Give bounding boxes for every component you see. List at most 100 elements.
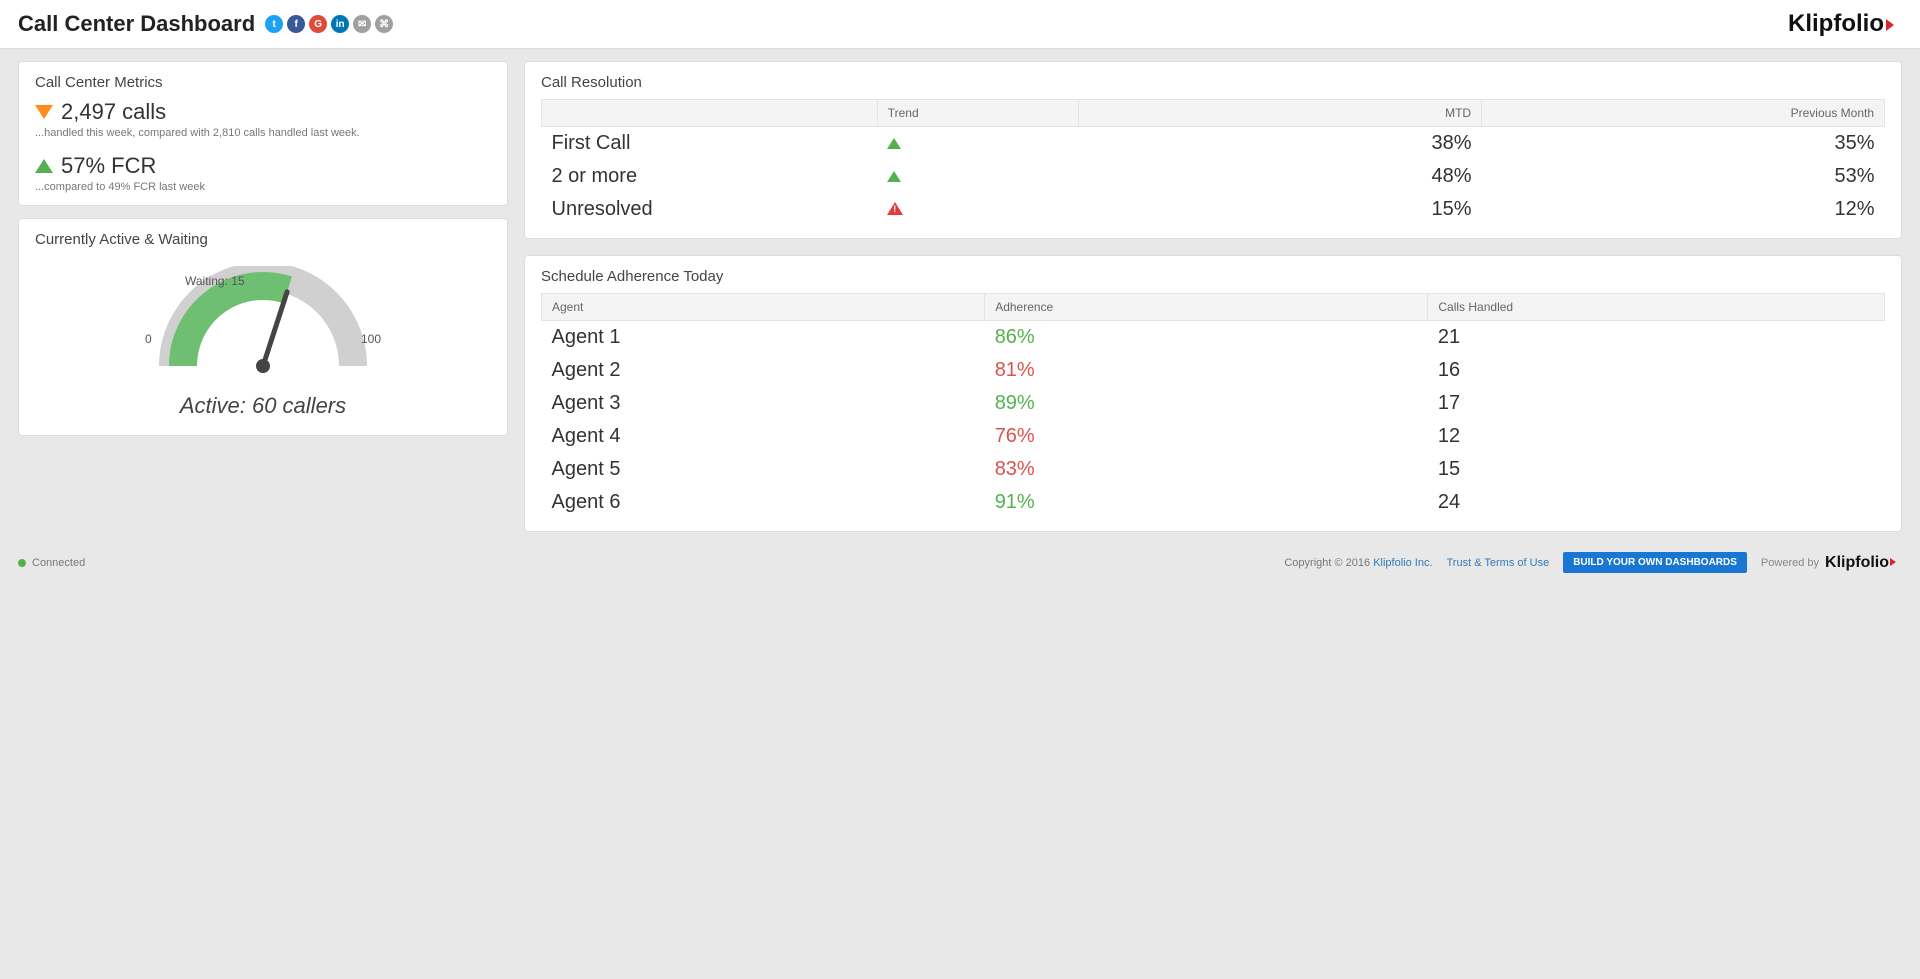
left-column: Call Center Metrics 2,497 calls ...handl… (18, 61, 508, 436)
agent-name: Agent 2 (542, 354, 985, 387)
calls-value: 2,497 calls (61, 99, 166, 125)
table-row: First Call 38%35% (542, 127, 1885, 161)
table-row: Unresolved 15%12% (542, 193, 1885, 226)
powered-logo[interactable]: Klipfolio (1825, 554, 1902, 572)
page-title: Call Center Dashboard (18, 11, 255, 37)
link-icon[interactable]: ⌘ (375, 15, 393, 33)
resolution-trend (877, 193, 1078, 226)
resolution-prev: 12% (1482, 193, 1885, 226)
gauge-card: Currently Active & Waiting Waiting: 15 0… (18, 218, 508, 436)
agent-name: Agent 1 (542, 321, 985, 355)
table-row: Agent 186%21 (542, 321, 1885, 355)
calls-metric: 2,497 calls (35, 99, 491, 125)
adherence-col-adherence: Adherence (985, 294, 1428, 321)
table-row: Agent 583%15 (542, 453, 1885, 486)
resolution-table: Trend MTD Previous Month First Call 38%35… (541, 99, 1885, 226)
gauge-max-label: 100 (361, 332, 381, 346)
agent-adherence: 89% (985, 387, 1428, 420)
footer-left: Connected (18, 557, 85, 569)
trend-up-icon (887, 171, 901, 182)
powered-prefix: Powered by (1761, 557, 1819, 569)
connection-status: Connected (32, 557, 85, 569)
metrics-card: Call Center Metrics 2,497 calls ...handl… (18, 61, 508, 206)
gauge-wrap: Waiting: 15 0 100 Active: 60 callers (35, 256, 491, 423)
resolution-mtd: 38% (1079, 127, 1482, 161)
powered-by: Powered by Klipfolio (1761, 554, 1902, 572)
resolution-label: First Call (542, 127, 878, 161)
facebook-icon[interactable]: f (287, 15, 305, 33)
footer: Connected Copyright © 2016 Klipfolio Inc… (0, 544, 1920, 581)
agent-name: Agent 3 (542, 387, 985, 420)
agent-adherence: 91% (985, 486, 1428, 519)
agent-name: Agent 5 (542, 453, 985, 486)
gauge-card-title: Currently Active & Waiting (35, 231, 491, 248)
gauge-chart (133, 266, 393, 386)
agent-name: Agent 4 (542, 420, 985, 453)
adherence-col-calls: Calls Handled (1428, 294, 1885, 321)
agent-name: Agent 6 (542, 486, 985, 519)
resolution-label: Unresolved (542, 193, 878, 226)
table-row: Agent 691%24 (542, 486, 1885, 519)
brand-logo[interactable]: Klipfolio (1788, 10, 1902, 38)
table-row: Agent 389%17 (542, 387, 1885, 420)
agent-adherence: 86% (985, 321, 1428, 355)
resolution-header-row: Trend MTD Previous Month (542, 100, 1885, 127)
right-column: Call Resolution Trend MTD Previous Month… (524, 61, 1902, 532)
trust-link[interactable]: Trust & Terms of Use (1447, 557, 1550, 569)
agent-adherence: 83% (985, 453, 1428, 486)
copyright-link[interactable]: Klipfolio Inc. (1373, 557, 1432, 569)
resolution-col-prev: Previous Month (1482, 100, 1885, 127)
resolution-card-title: Call Resolution (541, 74, 1885, 91)
agent-adherence: 76% (985, 420, 1428, 453)
header: Call Center Dashboard t f G in ✉ ⌘ Klipf… (0, 0, 1920, 49)
fcr-metric: 57% FCR (35, 153, 491, 179)
mail-icon[interactable]: ✉ (353, 15, 371, 33)
status-dot-icon (18, 559, 26, 567)
resolution-col-mtd: MTD (1079, 100, 1482, 127)
copyright-text: Copyright © 2016 Klipfolio Inc. (1284, 557, 1432, 569)
resolution-col-trend: Trend (877, 100, 1078, 127)
build-dashboards-button[interactable]: BUILD YOUR OWN DASHBOARDS (1563, 552, 1747, 573)
table-row: Agent 476%12 (542, 420, 1885, 453)
gauge-waiting-label: Waiting: 15 (185, 274, 245, 288)
agent-calls: 16 (1428, 354, 1885, 387)
adherence-col-agent: Agent (542, 294, 985, 321)
twitter-icon[interactable]: t (265, 15, 283, 33)
metrics-card-title: Call Center Metrics (35, 74, 491, 91)
agent-adherence: 81% (985, 354, 1428, 387)
trend-down-icon (35, 105, 53, 119)
copyright-prefix: Copyright © 2016 (1284, 557, 1373, 569)
table-row: 2 or more48%53% (542, 160, 1885, 193)
agent-calls: 12 (1428, 420, 1885, 453)
linkedin-icon[interactable]: in (331, 15, 349, 33)
social-icons: t f G in ✉ ⌘ (265, 15, 393, 33)
resolution-prev: 35% (1482, 127, 1885, 161)
resolution-trend (877, 160, 1078, 193)
table-row: Agent 281%16 (542, 354, 1885, 387)
content: Call Center Metrics 2,497 calls ...handl… (0, 49, 1920, 544)
trend-up-icon (887, 138, 901, 149)
calls-subtext: ...handled this week, compared with 2,81… (35, 127, 491, 139)
agent-calls: 21 (1428, 321, 1885, 355)
gauge-min-label: 0 (145, 332, 152, 346)
resolution-col-blank (542, 100, 878, 127)
resolution-mtd: 48% (1079, 160, 1482, 193)
trend-up-icon (35, 159, 53, 173)
footer-right: Copyright © 2016 Klipfolio Inc. Trust & … (1284, 552, 1902, 573)
header-left: Call Center Dashboard t f G in ✉ ⌘ (18, 11, 393, 37)
resolution-trend (877, 127, 1078, 161)
resolution-label: 2 or more (542, 160, 878, 193)
adherence-table: Agent Adherence Calls Handled Agent 186%… (541, 293, 1885, 519)
agent-calls: 15 (1428, 453, 1885, 486)
resolution-mtd: 15% (1079, 193, 1482, 226)
adherence-card-title: Schedule Adherence Today (541, 268, 1885, 285)
warning-icon (887, 202, 903, 215)
agent-calls: 17 (1428, 387, 1885, 420)
googleplus-icon[interactable]: G (309, 15, 327, 33)
resolution-card: Call Resolution Trend MTD Previous Month… (524, 61, 1902, 239)
adherence-header-row: Agent Adherence Calls Handled (542, 294, 1885, 321)
agent-calls: 24 (1428, 486, 1885, 519)
fcr-subtext: ...compared to 49% FCR last week (35, 181, 491, 193)
adherence-card: Schedule Adherence Today Agent Adherence… (524, 255, 1902, 532)
gauge-caption: Active: 60 callers (35, 393, 491, 419)
